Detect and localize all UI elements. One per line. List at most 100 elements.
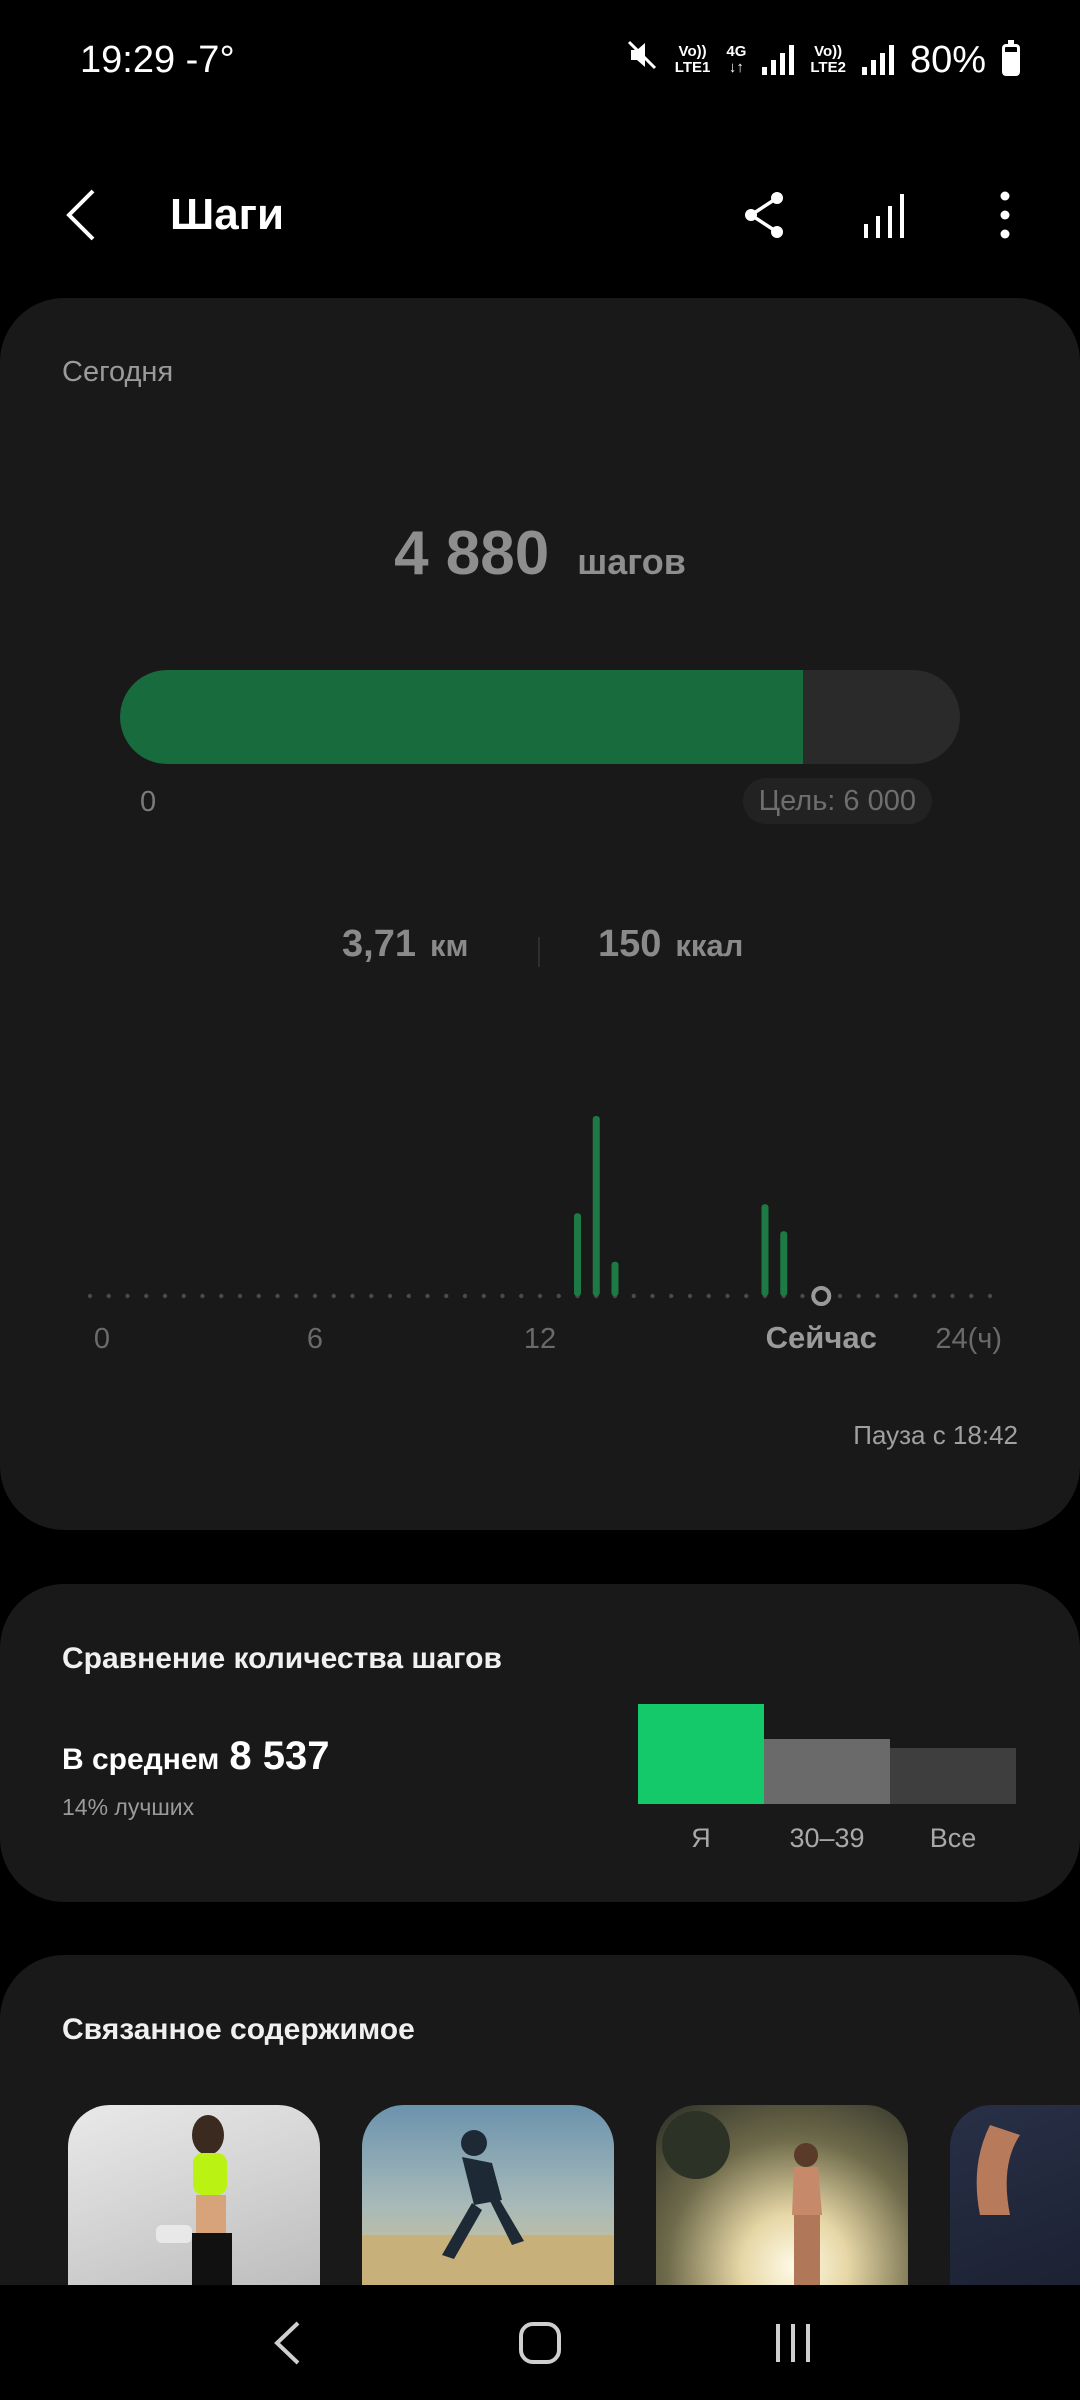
baseline-dot <box>106 1293 111 1299</box>
nav-back-icon <box>273 2321 300 2364</box>
hourly-steps-chart[interactable]: 0 6 12 Сейчас 24(ч) <box>60 1098 1020 1378</box>
today-card[interactable]: Сегодня 4 880 шагов 0 Цель: 6 000 3,71 к… <box>0 298 1080 1530</box>
baseline-dot <box>875 1293 880 1299</box>
steps-unit: шагов <box>577 541 686 582</box>
system-nav-bar <box>0 2285 1080 2400</box>
goal-button[interactable]: Цель: 6 000 <box>742 778 932 824</box>
baseline-dot <box>181 1293 186 1299</box>
baseline-dot <box>631 1293 636 1299</box>
baseline-dot <box>856 1293 861 1299</box>
baseline-dot <box>162 1293 168 1299</box>
distance-value: 3,71 <box>342 923 416 965</box>
baseline-dot <box>369 1293 374 1299</box>
today-label: Сегодня <box>62 356 174 388</box>
comparison-bar-label: 30–39 <box>789 1823 865 1853</box>
app-bar-actions <box>740 185 1030 245</box>
steps-progress-fill <box>120 670 803 764</box>
related-title: Связанное содержимое <box>62 2013 415 2046</box>
steps-progress-bar <box>120 670 960 764</box>
nav-home-icon <box>518 2321 561 2364</box>
fitness-figure-icon <box>156 2115 232 2285</box>
battery-icon <box>1002 40 1020 76</box>
x-tick-label: 24(ч) <box>935 1323 1002 1355</box>
status-time: 19:29 <box>80 38 176 81</box>
runner-figure-icon <box>362 2130 614 2285</box>
baseline-dot <box>837 1293 843 1299</box>
x-tick-label: 6 <box>307 1323 323 1355</box>
comparison-title: Сравнение количества шагов <box>62 1642 502 1675</box>
average-label: В среднем <box>62 1743 220 1776</box>
progress-start-label: 0 <box>140 786 157 818</box>
sim2-label: Vo)) LTE2 <box>810 43 846 76</box>
status-temperature: -7° <box>185 38 235 81</box>
baseline-dot <box>687 1293 693 1299</box>
baseline-dot <box>650 1293 655 1299</box>
baseline-dot <box>200 1293 205 1299</box>
baseline-dot <box>669 1293 674 1299</box>
rank-text: 14% лучших <box>62 1794 195 1820</box>
baseline-dot <box>350 1293 355 1299</box>
comparison-card[interactable]: Сравнение количества шагов В среднем 8 5… <box>0 1584 1080 1902</box>
calories-value: 150 <box>598 923 662 965</box>
baseline-dot <box>744 1293 749 1299</box>
baseline-dot <box>312 1293 318 1299</box>
back-button[interactable] <box>60 185 100 245</box>
comparison-bar <box>764 1739 890 1804</box>
baseline-dot <box>706 1293 711 1299</box>
running-photo[interactable] <box>362 2105 614 2285</box>
baseline-dot <box>256 1293 261 1299</box>
baseline-dot <box>950 1293 955 1299</box>
baseline-dot <box>219 1293 224 1299</box>
metrics-row: 3,71 км 150 ккал <box>0 923 1080 983</box>
comparison-chart: Я 30–39 Все <box>638 1704 1018 1874</box>
hour-bar <box>592 1116 600 1296</box>
baseline-dot <box>294 1293 299 1299</box>
share-icon <box>745 192 783 238</box>
baseline-dot <box>444 1293 449 1299</box>
baseline-dot <box>87 1293 93 1299</box>
goal-label: Цель: 6 000 <box>758 784 916 817</box>
signal-icon <box>861 45 894 75</box>
arm-photo[interactable] <box>950 2105 1080 2285</box>
calories-metric: 150 ккал <box>598 923 743 966</box>
hour-bar <box>761 1204 769 1296</box>
baseline-dot <box>800 1293 805 1299</box>
stats-button[interactable] <box>860 185 910 245</box>
nav-back-button[interactable] <box>247 2303 327 2383</box>
baseline-dot <box>387 1293 393 1299</box>
status-left: 19:29 -7° <box>80 39 235 82</box>
metric-divider <box>538 937 540 967</box>
average-row: В среднем 8 537 <box>62 1734 329 1779</box>
comparison-bar <box>890 1748 1016 1804</box>
network-label: 4G ↓↑ <box>726 43 747 76</box>
nav-recents-button[interactable] <box>753 2303 833 2383</box>
more-button[interactable] <box>980 185 1030 245</box>
app-bar: Шаги <box>0 150 1080 280</box>
hour-bar <box>780 1231 788 1296</box>
baseline-dot <box>144 1293 149 1299</box>
x-tick-label: 12 <box>524 1323 556 1355</box>
baseline-dot <box>931 1293 936 1299</box>
baseline-dot <box>275 1293 280 1299</box>
baseline-dot <box>125 1293 130 1299</box>
baseline-dot <box>237 1293 243 1299</box>
baseline-dot <box>425 1293 430 1299</box>
baseline-dot <box>481 1293 486 1299</box>
fitness-photo[interactable] <box>68 2105 320 2285</box>
pause-note: Пауза с 18:42 <box>853 1420 1018 1450</box>
distance-unit: км <box>429 928 469 963</box>
baseline-dot <box>331 1293 336 1299</box>
back-icon <box>66 189 95 241</box>
status-bar: 19:29 -7° Vo)) LTE1 4G ↓↑ Vo)) LTE2 80% <box>0 0 1080 120</box>
baseline-dot <box>987 1293 993 1299</box>
status-right: Vo)) LTE1 4G ↓↑ Vo)) LTE2 80% <box>625 38 1020 82</box>
average-value: 8 537 <box>229 1734 330 1778</box>
nav-recents-icon <box>776 2323 811 2362</box>
calories-unit: ккал <box>675 928 744 963</box>
jogging-photo[interactable] <box>656 2105 908 2285</box>
share-button[interactable] <box>740 185 790 245</box>
comparison-bar <box>638 1704 764 1804</box>
comparison-bar-label: Я <box>691 1823 711 1853</box>
steps-value: 4 880 <box>394 519 550 588</box>
nav-home-button[interactable] <box>500 2303 580 2383</box>
